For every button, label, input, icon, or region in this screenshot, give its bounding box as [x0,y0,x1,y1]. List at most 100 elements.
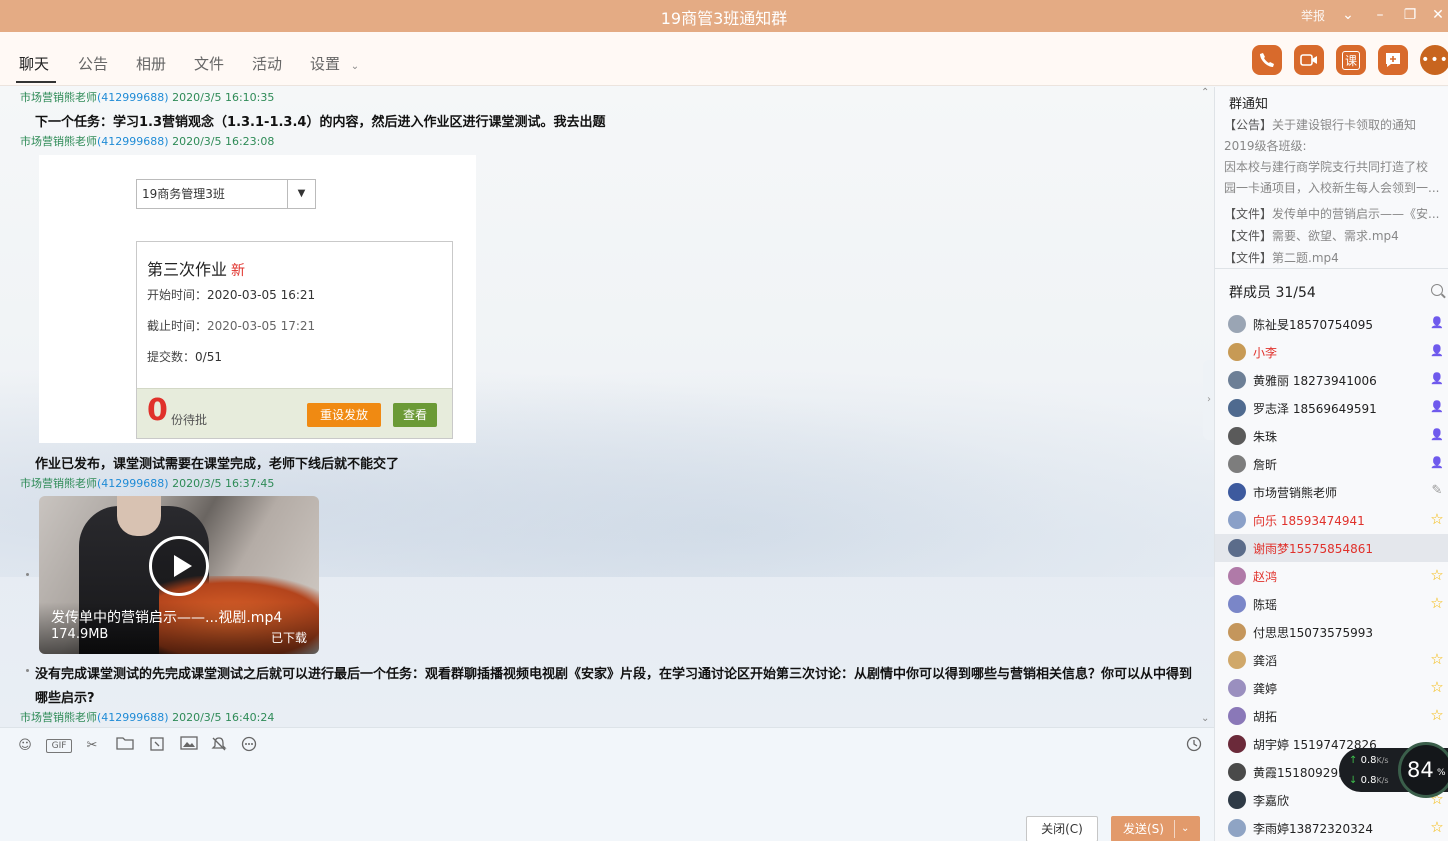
screenshot-icon[interactable] [148,736,168,756]
member-row[interactable]: 市场营销熊老师 ✎ [1215,478,1448,506]
avatar[interactable] [1228,399,1246,417]
sender-name[interactable]: 市场营销熊老师 [20,711,97,724]
avatar[interactable] [1228,819,1246,837]
avatar[interactable] [1228,567,1246,585]
emoji-icon[interactable]: ☺ [15,736,35,756]
send-label: 发送(S) [1123,822,1164,836]
more-icon[interactable]: ••• [1420,45,1448,75]
member-row[interactable]: 陈祉旻18570754095 👤 [1215,310,1448,338]
panel-divider [1215,268,1448,269]
avatar[interactable] [1228,623,1246,641]
avatar[interactable] [1228,763,1246,781]
close-icon[interactable]: ✕ [1427,4,1448,26]
scroll-top-icon[interactable]: ⌃ [1201,87,1209,98]
chevron-down-icon[interactable]: ⌄ [1181,816,1189,841]
member-name: 小李 [1253,346,1278,360]
member-row[interactable]: 赵鸿 ☆ [1215,562,1448,590]
member-row[interactable]: 向乐 18593474941 ☆ [1215,506,1448,534]
avatar[interactable] [1228,483,1246,501]
report-link[interactable]: 举报 [1301,7,1325,24]
submit-value: 0/51 [195,350,222,364]
input-area[interactable]: ☺ GIF ✂ 关闭(C) 发送(S) ⌄ [0,727,1214,841]
notice-tag: 【公告】 [1224,118,1273,132]
dropdown-arrow-icon[interactable]: ▼ [287,180,315,208]
star-icon: ☆ [1430,566,1444,584]
notice-file[interactable]: 【文件】需要、欲望、需求.mp4 [1224,227,1444,244]
download-speed: ↓ 0.8K/s [1349,775,1389,786]
avatar[interactable] [1228,511,1246,529]
member-name: 谢雨梦15575854861 [1253,542,1373,556]
notice-file[interactable]: 【文件】第二题.mp4 [1224,249,1444,266]
avatar[interactable] [1228,343,1246,361]
tab-announcement[interactable]: 公告 [78,53,108,74]
member-row[interactable]: 谢雨梦15575854861 [1215,534,1448,562]
tab-activity[interactable]: 活动 [252,53,282,74]
tab-settings[interactable]: 设置 ⌄ [310,53,359,74]
avatar[interactable] [1228,791,1246,809]
message-text-continued: 哪些启示? [35,691,95,706]
avatar[interactable] [1228,539,1246,557]
tab-album[interactable]: 相册 [136,53,166,74]
message-meta: 市场营销熊老师(412999688) 2020/3/5 16:10:35 [20,89,274,105]
history-clock-icon[interactable] [1184,736,1204,756]
avatar[interactable] [1228,707,1246,725]
avatar[interactable] [1228,455,1246,473]
tab-chat[interactable]: 聊天 [19,53,49,74]
close-button[interactable]: 关闭(C) [1026,816,1098,841]
member-row[interactable]: 龚滔 ☆ [1215,646,1448,674]
member-row[interactable]: 付思思15073575993 [1215,618,1448,646]
avatar[interactable] [1228,371,1246,389]
memory-gauge[interactable]: 84 % [1398,742,1448,798]
scissors-icon[interactable]: ✂ [82,736,102,756]
image-icon[interactable] [179,736,199,756]
member-row[interactable]: 陈瑶 ☆ [1215,590,1448,618]
send-button[interactable]: 发送(S) ⌄ [1111,816,1200,841]
restore-icon[interactable]: ❐ [1399,4,1421,26]
avatar[interactable] [1228,651,1246,669]
reset-distribute-button[interactable]: 重设发放 [307,403,381,427]
avatar[interactable] [1228,315,1246,333]
member-name: 龚婷 [1253,682,1278,696]
notice-item[interactable]: 【公告】关于建设银行卡领取的通知 [1224,116,1444,133]
sender-qq: (412999688) [97,135,169,148]
class-select[interactable]: 19商务管理3班 ▼ [136,179,316,209]
avatar[interactable] [1228,427,1246,445]
view-button[interactable]: 查看 [393,403,437,427]
homework-detail[interactable]: 第三次作业新 开始时间：2020-03-05 16:21 截止时间：2020-0… [136,241,453,439]
video-message[interactable]: 发传单中的营销启示——...视剧.mp4 174.9MB 已下载 [39,496,319,654]
search-icon[interactable] [1431,284,1443,296]
notice-file[interactable]: 【文件】发传单中的营销启示——《安... [1224,205,1444,222]
member-row[interactable]: 黄雅丽 18273941006 👤 [1215,366,1448,394]
member-row[interactable]: 李雨婷13872320324 ☆ [1215,814,1448,841]
tab-files[interactable]: 文件 [194,53,224,74]
sender-name[interactable]: 市场营销熊老师 [20,135,97,148]
member-row[interactable]: 胡拓 ☆ [1215,702,1448,730]
avatar[interactable] [1228,735,1246,753]
add-chat-icon[interactable] [1378,45,1408,75]
sender-name[interactable]: 市场营销熊老师 [20,477,97,490]
bell-mute-icon[interactable] [209,736,229,756]
scroll-bottom-icon[interactable]: ⌄ [1201,713,1209,724]
chevron-down-icon: ⌄ [350,61,360,72]
avatar[interactable] [1228,595,1246,613]
sender-name[interactable]: 市场营销熊老师 [20,91,97,104]
member-row[interactable]: 朱珠 👤 [1215,422,1448,450]
notice-title[interactable]: 群通知 [1229,93,1268,112]
avatar[interactable] [1228,679,1246,697]
chevron-down-icon[interactable]: ⌄ [1337,4,1359,26]
member-row[interactable]: 罗志泽 18569649591 👤 [1215,394,1448,422]
class-icon[interactable]: 课 [1336,45,1366,75]
gif-icon[interactable]: GIF [46,739,72,753]
notice-item: 2019级各班级: [1224,137,1444,154]
member-row[interactable]: 小李 👤 [1215,338,1448,366]
member-row[interactable]: 龚婷 ☆ [1215,674,1448,702]
member-row[interactable]: 詹昕 👤 [1215,450,1448,478]
video-call-icon[interactable] [1294,45,1324,75]
more-tools-icon[interactable] [239,736,259,756]
folder-icon[interactable] [115,736,135,756]
minimize-icon[interactable]: – [1369,4,1391,26]
play-icon[interactable] [149,536,209,596]
phone-icon[interactable] [1252,45,1282,75]
download-value: 0.8 [1360,775,1377,786]
star-icon: ☆ [1430,594,1444,612]
